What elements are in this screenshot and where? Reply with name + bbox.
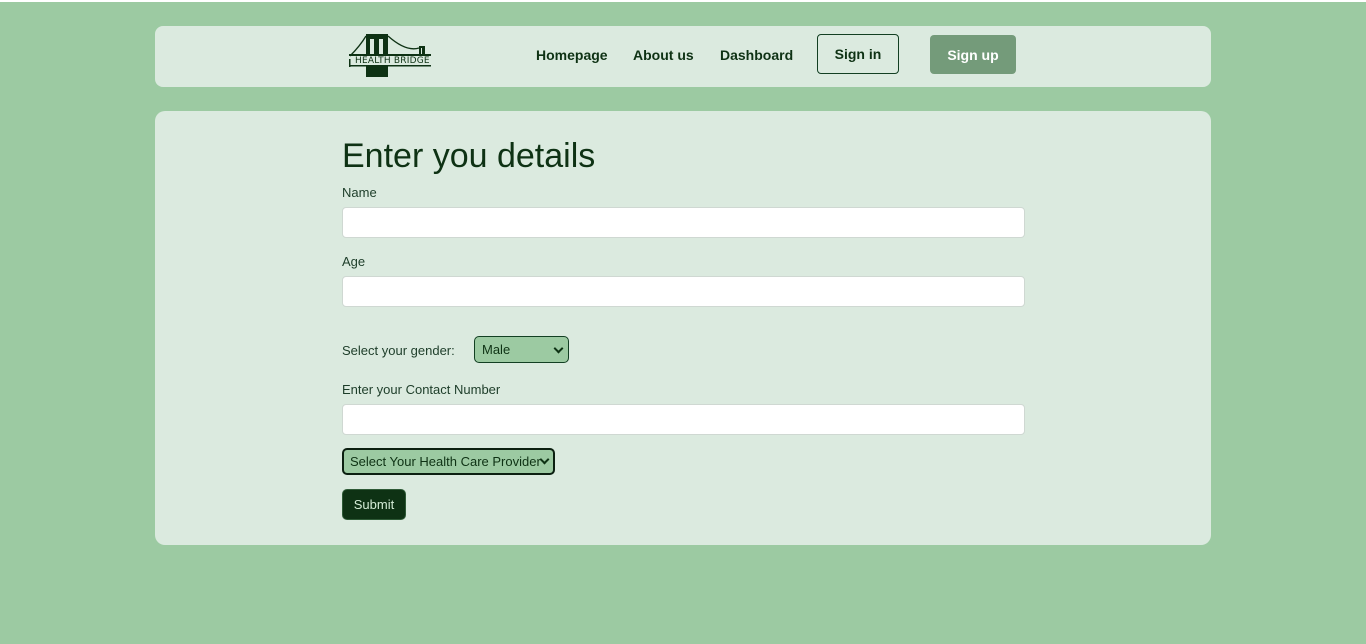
name-input[interactable] (342, 207, 1025, 238)
nav-dashboard-link[interactable]: Dashboard (720, 47, 793, 63)
sign-in-label: Sign in (834, 46, 882, 62)
sign-up-label: Sign up (947, 46, 999, 63)
nav-about-link[interactable]: About us (633, 47, 694, 63)
page-title: Enter you details (342, 137, 596, 175)
health-bridge-logo[interactable]: HEALTH BRIDGE (348, 32, 434, 78)
sign-up-button[interactable]: Sign up (930, 35, 1016, 74)
navbar: HEALTH BRIDGE Homepage About us Dashboar… (155, 26, 1211, 87)
nav-homepage-link[interactable]: Homepage (536, 47, 608, 63)
submit-label: Submit (353, 497, 395, 512)
submit-button[interactable]: Submit (342, 489, 406, 520)
top-border (0, 0, 1366, 2)
details-form-card: Enter you details Name Age Select your g… (155, 111, 1211, 545)
name-label: Name (342, 185, 377, 200)
logo-text: HEALTH BRIDGE (355, 56, 430, 66)
sign-in-button[interactable]: Sign in (817, 34, 899, 74)
age-label: Age (342, 254, 366, 269)
provider-selected-value: Select Your Health Care Provider (350, 454, 541, 469)
chevron-down-icon (553, 343, 564, 354)
contact-label: Enter your Contact Number (342, 382, 501, 397)
bridge-logo-icon (349, 34, 431, 77)
chevron-down-icon (539, 454, 550, 465)
gender-select[interactable]: Male (474, 336, 569, 363)
health-care-provider-select[interactable]: Select Your Health Care Provider (342, 448, 555, 475)
contact-number-input[interactable] (342, 404, 1025, 435)
gender-selected-value: Male (482, 342, 511, 357)
gender-label: Select your gender: (342, 343, 455, 358)
age-input[interactable] (342, 276, 1025, 307)
